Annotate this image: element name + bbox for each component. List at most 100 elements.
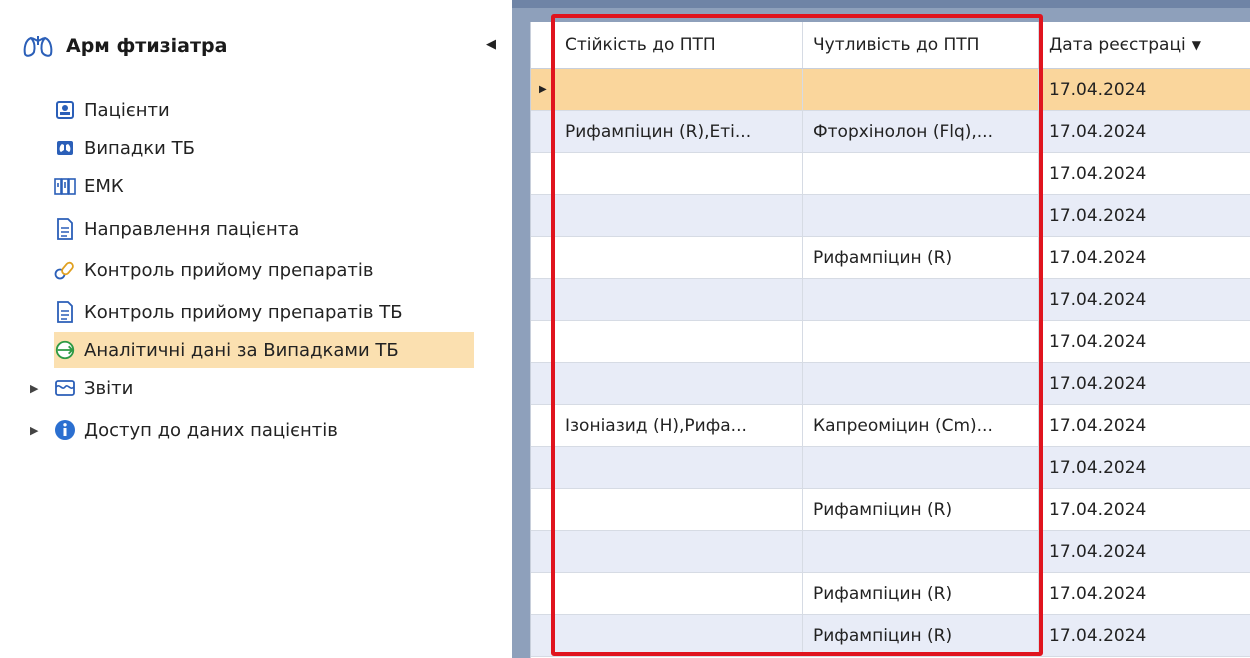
expand-arrow-icon[interactable]: ▶ bbox=[30, 424, 44, 437]
nav-item-label: Направлення пацієнта bbox=[84, 218, 300, 240]
cell-sensitivity[interactable]: Капреоміцин (Cm)... bbox=[803, 405, 1039, 446]
row-indicator[interactable] bbox=[531, 363, 555, 404]
nav-item-label: Випадки ТБ bbox=[84, 137, 195, 159]
cell-resistance[interactable] bbox=[555, 153, 803, 194]
nav-item-label: Пацієнти bbox=[84, 99, 170, 121]
cell-resistance[interactable] bbox=[555, 447, 803, 488]
reports-icon bbox=[54, 377, 76, 399]
cell-resistance[interactable]: Ізоніазид (H),Рифа... bbox=[555, 405, 803, 446]
cell-registration-date[interactable]: 17.04.2024 bbox=[1039, 615, 1250, 656]
table-row[interactable]: 17.04.2024 bbox=[531, 363, 1250, 405]
column-header-sensitivity[interactable]: Чутливість до ПТП bbox=[803, 22, 1039, 68]
cell-resistance[interactable] bbox=[555, 531, 803, 572]
row-indicator[interactable] bbox=[531, 573, 555, 614]
nav-group-patient-data-access[interactable]: ▶ Доступ до даних пацієнтів bbox=[30, 412, 338, 448]
table-row[interactable]: 17.04.2024 bbox=[531, 195, 1250, 237]
cell-sensitivity[interactable]: Фторхінолон (Flq),... bbox=[803, 111, 1039, 152]
nav-group-reports[interactable]: ▶ Звіти bbox=[30, 370, 133, 406]
table-row[interactable]: ▶ 17.04.2024 bbox=[531, 69, 1250, 111]
cell-sensitivity[interactable]: Рифампіцин (R) bbox=[803, 489, 1039, 530]
nav-item-label: Аналітичні дані за Випадками ТБ bbox=[84, 339, 399, 361]
cell-resistance[interactable] bbox=[555, 195, 803, 236]
cell-resistance[interactable] bbox=[555, 237, 803, 278]
row-indicator[interactable] bbox=[531, 153, 555, 194]
patient-card-icon bbox=[54, 99, 76, 121]
table-row[interactable]: Рифампіцин (R) 17.04.2024 bbox=[531, 237, 1250, 279]
table-row[interactable]: Рифампіцин (R) 17.04.2024 bbox=[531, 573, 1250, 615]
row-indicator[interactable] bbox=[531, 111, 555, 152]
cell-sensitivity[interactable] bbox=[803, 321, 1039, 362]
nav-item-tb-medication-control[interactable]: Контроль прийому препаратів ТБ bbox=[54, 294, 474, 330]
nav-item-patient-referral[interactable]: Направлення пацієнта bbox=[54, 211, 474, 247]
cell-resistance[interactable] bbox=[555, 615, 803, 656]
cell-sensitivity[interactable]: Рифампіцин (R) bbox=[803, 573, 1039, 614]
nav-item-tb-cases[interactable]: Випадки ТБ bbox=[54, 130, 474, 166]
cell-registration-date[interactable]: 17.04.2024 bbox=[1039, 573, 1250, 614]
cell-sensitivity[interactable]: Рифампіцин (R) bbox=[803, 615, 1039, 656]
cell-registration-date[interactable]: 17.04.2024 bbox=[1039, 195, 1250, 236]
cell-sensitivity[interactable] bbox=[803, 195, 1039, 236]
cell-sensitivity[interactable] bbox=[803, 69, 1039, 110]
cell-registration-date[interactable]: 17.04.2024 bbox=[1039, 531, 1250, 572]
sidebar: Арм фтизіатра ◀ Пацієнти Випадки ТБ ЕМК … bbox=[0, 0, 512, 658]
cell-registration-date[interactable]: 17.04.2024 bbox=[1039, 153, 1250, 194]
nav-item-label: ЕМК bbox=[84, 175, 124, 197]
cell-registration-date[interactable]: 17.04.2024 bbox=[1039, 279, 1250, 320]
pills-icon bbox=[54, 259, 76, 281]
cell-resistance[interactable] bbox=[555, 279, 803, 320]
table-row[interactable]: Ізоніазид (H),Рифа... Капреоміцин (Cm)...… bbox=[531, 405, 1250, 447]
cell-registration-date[interactable]: 17.04.2024 bbox=[1039, 489, 1250, 530]
table-row[interactable]: Рифампіцин (R) 17.04.2024 bbox=[531, 489, 1250, 531]
table-row[interactable]: 17.04.2024 bbox=[531, 279, 1250, 321]
nav-item-patients[interactable]: Пацієнти bbox=[54, 92, 474, 128]
row-indicator[interactable] bbox=[531, 195, 555, 236]
row-indicator[interactable] bbox=[531, 405, 555, 446]
lungs-icon bbox=[54, 137, 76, 159]
cell-sensitivity[interactable] bbox=[803, 363, 1039, 404]
table-row[interactable]: 17.04.2024 bbox=[531, 447, 1250, 489]
cell-sensitivity[interactable] bbox=[803, 153, 1039, 194]
table-row[interactable]: Рифампіцин (R) 17.04.2024 bbox=[531, 615, 1250, 657]
cell-registration-date[interactable]: 17.04.2024 bbox=[1039, 363, 1250, 404]
cell-resistance[interactable] bbox=[555, 489, 803, 530]
table-row[interactable]: Рифампіцин (R),Еті... Фторхінолон (Flq),.… bbox=[531, 111, 1250, 153]
nav-item-emk[interactable]: ЕМК bbox=[54, 168, 474, 204]
cell-resistance[interactable] bbox=[555, 69, 803, 110]
collapse-sidebar-icon[interactable]: ◀ bbox=[486, 37, 496, 52]
cell-registration-date[interactable]: 17.04.2024 bbox=[1039, 447, 1250, 488]
document-icon bbox=[54, 301, 76, 323]
nav-item-label: Контроль прийому препаратів ТБ bbox=[84, 301, 403, 323]
cell-sensitivity[interactable]: Рифампіцин (R) bbox=[803, 237, 1039, 278]
cell-resistance[interactable]: Рифампіцин (R),Еті... bbox=[555, 111, 803, 152]
cell-sensitivity[interactable] bbox=[803, 447, 1039, 488]
column-header-resistance[interactable]: Стійкість до ПТП bbox=[555, 22, 803, 68]
cell-sensitivity[interactable] bbox=[803, 279, 1039, 320]
row-indicator[interactable] bbox=[531, 237, 555, 278]
cell-registration-date[interactable]: 17.04.2024 bbox=[1039, 405, 1250, 446]
sort-dropdown-icon[interactable]: ▼ bbox=[1192, 38, 1201, 52]
nav-item-medication-control[interactable]: Контроль прийому препаратів bbox=[54, 252, 474, 288]
table-row[interactable]: 17.04.2024 bbox=[531, 531, 1250, 573]
row-indicator[interactable] bbox=[531, 447, 555, 488]
row-indicator[interactable] bbox=[531, 531, 555, 572]
row-indicator[interactable] bbox=[531, 489, 555, 530]
row-indicator[interactable] bbox=[531, 279, 555, 320]
current-row-indicator-icon[interactable]: ▶ bbox=[531, 69, 555, 110]
document-icon bbox=[54, 218, 76, 240]
expand-arrow-icon[interactable]: ▶ bbox=[30, 382, 44, 395]
table-row[interactable]: 17.04.2024 bbox=[531, 153, 1250, 195]
column-header-registration-date[interactable]: Дата реєстраці ▼ bbox=[1039, 22, 1250, 68]
row-indicator[interactable] bbox=[531, 615, 555, 656]
cell-resistance[interactable] bbox=[555, 363, 803, 404]
cell-resistance[interactable] bbox=[555, 321, 803, 362]
nav-item-tb-analytics[interactable]: Аналітичні дані за Випадками ТБ bbox=[54, 332, 474, 368]
header-indicator bbox=[531, 22, 555, 68]
cell-registration-date[interactable]: 17.04.2024 bbox=[1039, 69, 1250, 110]
row-indicator[interactable] bbox=[531, 321, 555, 362]
cell-sensitivity[interactable] bbox=[803, 531, 1039, 572]
cell-registration-date[interactable]: 17.04.2024 bbox=[1039, 237, 1250, 278]
cell-resistance[interactable] bbox=[555, 573, 803, 614]
cell-registration-date[interactable]: 17.04.2024 bbox=[1039, 111, 1250, 152]
cell-registration-date[interactable]: 17.04.2024 bbox=[1039, 321, 1250, 362]
table-row[interactable]: 17.04.2024 bbox=[531, 321, 1250, 363]
